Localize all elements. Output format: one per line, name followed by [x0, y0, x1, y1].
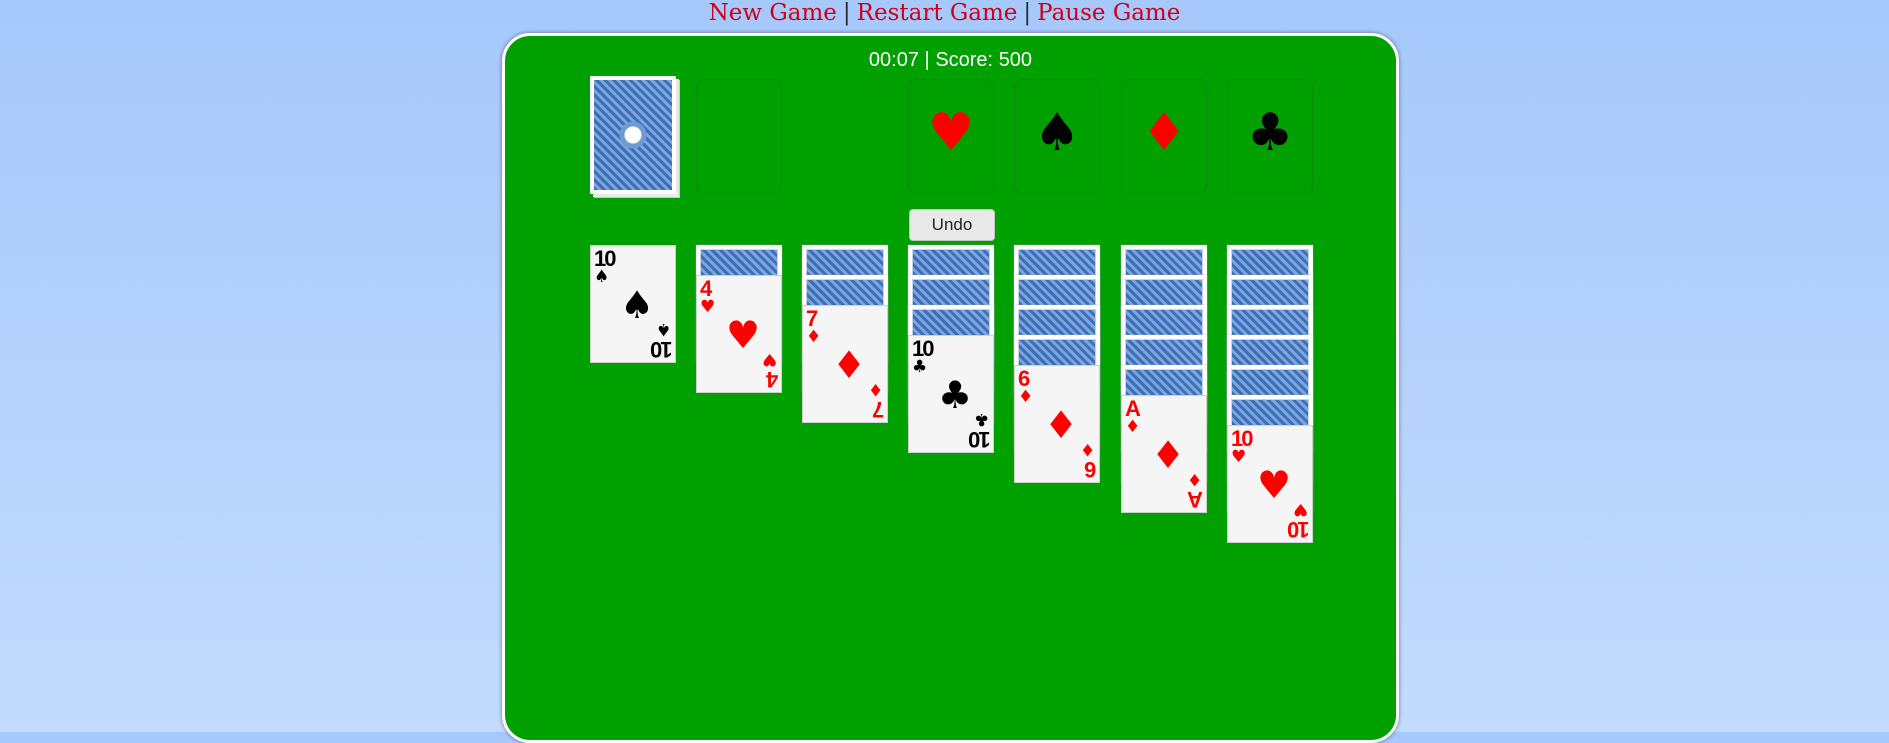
card-rank: 10 [1288, 517, 1309, 542]
spades-suit-icon: ♠ [1033, 103, 1081, 163]
clubs-suit-icon: ♣ [1246, 103, 1294, 163]
foundation-spades[interactable]: ♠ [1014, 79, 1100, 194]
suit-pip-icon: ♥ [726, 313, 761, 357]
waste-pile[interactable] [696, 79, 782, 194]
playing-card[interactable]: 6 ♦ ♦ ♦ 6 [1014, 365, 1100, 483]
pause-game-link[interactable]: Pause Game [1037, 0, 1180, 26]
suit-icon: ♦ [1018, 387, 1034, 407]
suit-pip-icon: ♠ [620, 283, 655, 327]
status-bar: 00:07 | Score: 500 [505, 49, 1396, 72]
status-separator: | [924, 49, 930, 71]
foundation-diamonds[interactable]: ♦ [1121, 79, 1207, 194]
suit-pip-icon: ♦ [1044, 403, 1079, 447]
card-rank: 4 [767, 367, 778, 392]
game-table: 00:07 | Score: 500 ♥ ♠ ♦ ♣ Undo 10 ♠ ♠ ♠ 10 4 ♥ ♥ ♥… [502, 33, 1399, 743]
restart-game-link[interactable]: Restart Game [857, 0, 1018, 26]
suit-pip-icon: ♦ [1151, 433, 1186, 477]
playing-card[interactable]: 10 ♣ ♣ ♣ 10 [908, 335, 994, 453]
playing-card[interactable]: 4 ♥ ♥ ♥ 4 [696, 275, 782, 393]
playing-card[interactable]: 7 ♦ ♦ ♦ 7 [802, 305, 888, 423]
suit-icon: ♠ [655, 319, 671, 339]
suit-pip-icon: ♣ [938, 373, 973, 417]
card-rank: A [1189, 487, 1203, 512]
card-rank: 10 [969, 427, 990, 452]
suit-icon: ♥ [700, 297, 716, 317]
menu-separator: | [1023, 0, 1032, 26]
suit-icon: ♣ [973, 409, 989, 429]
card-rank: 10 [651, 337, 672, 362]
score-label: Score: [935, 49, 994, 71]
suit-icon: ♣ [912, 357, 928, 377]
game-menu: New Game | Restart Game | Pause Game [0, 0, 1889, 26]
playing-card[interactable]: A ♦ ♦ ♦ A [1121, 395, 1207, 513]
suit-icon: ♦ [806, 327, 822, 347]
suit-icon: ♦ [1125, 417, 1141, 437]
undo-button[interactable]: Undo [909, 209, 995, 241]
suit-icon: ♥ [1292, 499, 1308, 519]
menu-separator: | [842, 0, 851, 26]
suit-icon: ♦ [867, 379, 883, 399]
suit-pip-icon: ♥ [1257, 463, 1292, 507]
suit-pip-icon: ♦ [832, 343, 867, 387]
foundation-hearts[interactable]: ♥ [908, 79, 994, 194]
diamonds-suit-icon: ♦ [1140, 103, 1188, 163]
suit-icon: ♠ [594, 267, 610, 287]
timer: 00:07 [868, 49, 919, 71]
stock-pile[interactable] [590, 76, 676, 194]
suit-icon: ♦ [1079, 439, 1095, 459]
playing-card[interactable]: 10 ♠ ♠ ♠ 10 [590, 245, 676, 363]
foundation-clubs[interactable]: ♣ [1227, 79, 1313, 194]
suit-icon: ♥ [761, 349, 777, 369]
suit-icon: ♦ [1186, 469, 1202, 489]
playing-card[interactable]: 10 ♥ ♥ ♥ 10 [1227, 425, 1313, 543]
card-rank: 7 [873, 397, 884, 422]
score-value: 500 [998, 49, 1033, 71]
hearts-suit-icon: ♥ [927, 103, 975, 163]
new-game-link[interactable]: New Game [709, 0, 837, 26]
suit-icon: ♥ [1231, 447, 1247, 467]
card-rank: 6 [1085, 457, 1096, 482]
